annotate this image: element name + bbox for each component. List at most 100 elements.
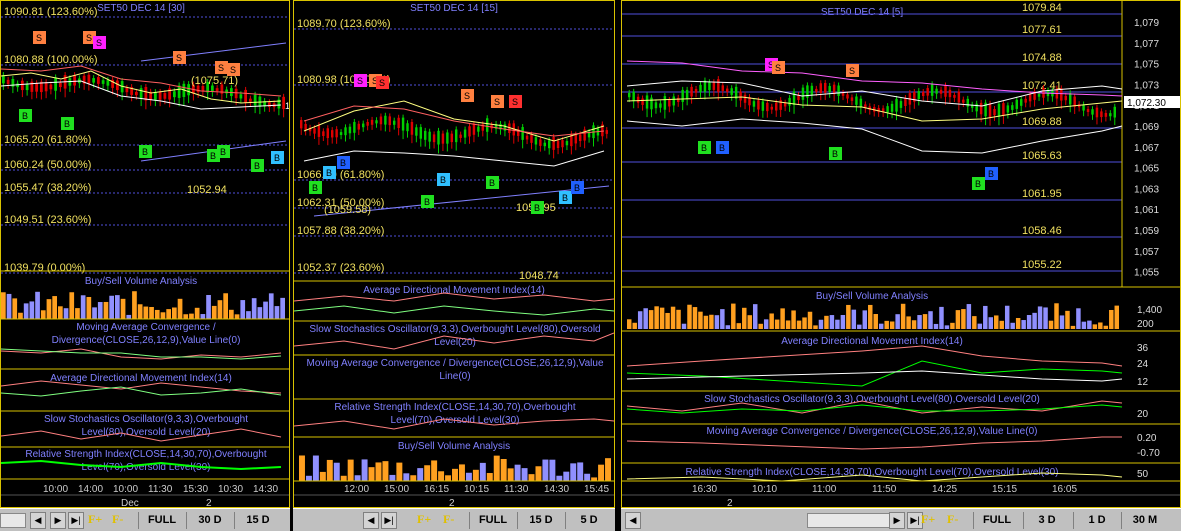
volume-bar — [1021, 320, 1026, 329]
chart-panel-30[interactable]: SET50 DEC 14 [30] 1090.81 (123.60%) 1080.… — [0, 0, 290, 508]
p2-ind4: Relative Strength Index(CLOSE,14,30,70),… — [334, 402, 576, 426]
p3-ind2: Average Directional Movement Index(14) — [781, 336, 963, 347]
scroll-end-button[interactable]: ▶| — [68, 512, 84, 529]
scroll-left-button[interactable]: ◀ — [625, 512, 641, 529]
candle-body — [717, 79, 720, 92]
candle-body — [850, 97, 854, 101]
anno-2: 1052.94 — [187, 184, 227, 196]
volume-bar — [1054, 303, 1059, 329]
range-button[interactable]: 30 M — [1121, 512, 1168, 529]
candle-body — [997, 103, 1001, 117]
volume-bar — [731, 303, 736, 329]
y-axis-tick: 1,065 — [1134, 164, 1159, 175]
signal-marker-label: B — [719, 143, 725, 153]
volume-bar — [229, 309, 234, 319]
volume-bar — [160, 312, 166, 319]
indicator-axis-tick: 1,400 — [1137, 305, 1162, 316]
candle-body — [788, 97, 791, 106]
volume-bar — [472, 469, 479, 481]
level-label: 1079.84 — [1022, 2, 1062, 14]
candle-body — [935, 88, 938, 94]
range-button[interactable]: FULL — [469, 512, 516, 529]
candle-body — [450, 133, 453, 143]
range-button[interactable]: 15 D — [234, 512, 281, 529]
zoom-in-button[interactable]: F+ — [921, 512, 935, 527]
volume-bar — [648, 310, 654, 329]
volume-bar — [1065, 310, 1070, 329]
scroll-right-button[interactable]: ▶ — [50, 512, 66, 529]
candle-body — [249, 98, 252, 102]
signal-marker-label: B — [562, 193, 568, 203]
scroll-right-button[interactable]: ▶| — [381, 512, 397, 529]
volume-bar — [403, 473, 410, 481]
scrollbar-thumb[interactable] — [807, 513, 899, 528]
range-button[interactable]: FULL — [973, 512, 1020, 529]
zoom-out-button[interactable]: F- — [112, 512, 123, 527]
range-button[interactable]: 3 D — [1023, 512, 1070, 529]
candle-body — [828, 86, 831, 93]
candle-body — [362, 123, 365, 128]
volume-bar — [438, 471, 445, 481]
candle-body — [486, 118, 489, 132]
scrollbar-thumb[interactable] — [0, 513, 26, 528]
indicator-axis-tick: 0.20 — [1137, 433, 1157, 444]
date-label-2: 2 — [206, 498, 212, 508]
chart-panel-5[interactable]: SET50 DEC 14 [5] 1079.84 1077.61 1074.88 10… — [621, 0, 1181, 508]
candle-body — [1073, 96, 1076, 107]
zoom-in-button[interactable]: F+ — [88, 512, 102, 527]
volume-bar — [725, 325, 731, 329]
volume-bar — [698, 311, 703, 329]
signal-marker-label: S — [775, 63, 781, 73]
time-axis-label: 10:15 — [464, 484, 489, 495]
volume-bar — [906, 316, 911, 329]
candle-body — [244, 89, 247, 103]
scroll-left-button[interactable]: ◀ — [363, 512, 379, 529]
candle-body — [366, 121, 369, 126]
time-axis-label: 11:50 — [872, 484, 897, 495]
candle-body — [1113, 106, 1116, 118]
scroll-left-button[interactable]: ◀ — [30, 512, 46, 529]
time-axis-label: 15:30 — [183, 484, 208, 495]
signal-marker-label: B — [988, 169, 994, 179]
scroll-right-button[interactable]: ▶ — [889, 512, 905, 529]
range-button[interactable]: 5 D — [565, 512, 612, 529]
volume-bar — [46, 299, 52, 319]
range-button[interactable]: 15 D — [517, 512, 564, 529]
volume-bar — [109, 295, 114, 319]
p3-ind4: Moving Average Convergence / Divergence(… — [707, 426, 1038, 437]
volume-bar — [917, 315, 922, 329]
candle-body — [539, 139, 542, 146]
p2-ind3: Moving Average Convergence / Divergence(… — [306, 358, 604, 382]
range-button[interactable]: FULL — [138, 512, 185, 529]
signal-marker-label: B — [340, 158, 346, 168]
candle-body — [459, 134, 462, 138]
volume-bar — [692, 307, 698, 329]
panel3-svg: SET50 DEC 14 [5] 1079.84 1077.61 1074.88 10… — [622, 1, 1180, 507]
volume-bar — [1070, 325, 1076, 329]
volume-bar — [933, 323, 939, 329]
zoom-out-button[interactable]: F- — [947, 512, 958, 527]
candle-body — [761, 101, 765, 111]
candle-body — [565, 141, 569, 146]
chart-panel-15[interactable]: SET50 DEC 14 [15] 1089.70 (123.60%) 1080.… — [293, 0, 615, 508]
signal-marker-label: B — [274, 153, 280, 163]
zoom-out-button[interactable]: F- — [443, 512, 454, 527]
volume-bar — [18, 312, 23, 319]
candle-body — [428, 131, 431, 142]
volume-bar — [75, 308, 80, 319]
zoom-in-button[interactable]: F+ — [417, 512, 431, 527]
volume-bar — [35, 291, 40, 319]
range-button[interactable]: 1 D — [1073, 512, 1120, 529]
volume-bar — [818, 319, 824, 329]
volume-bar — [217, 300, 223, 319]
range-button[interactable]: 30 D — [186, 512, 233, 529]
signal-marker-label: S — [86, 33, 92, 43]
level-label: 1074.88 — [1022, 52, 1062, 64]
candle-body — [463, 129, 467, 138]
candle-body — [234, 88, 238, 99]
volume-bar — [234, 314, 240, 319]
candle-body — [1104, 112, 1108, 117]
volume-bar — [382, 461, 389, 481]
volume-bar — [563, 471, 570, 481]
volume-bar — [535, 466, 542, 481]
